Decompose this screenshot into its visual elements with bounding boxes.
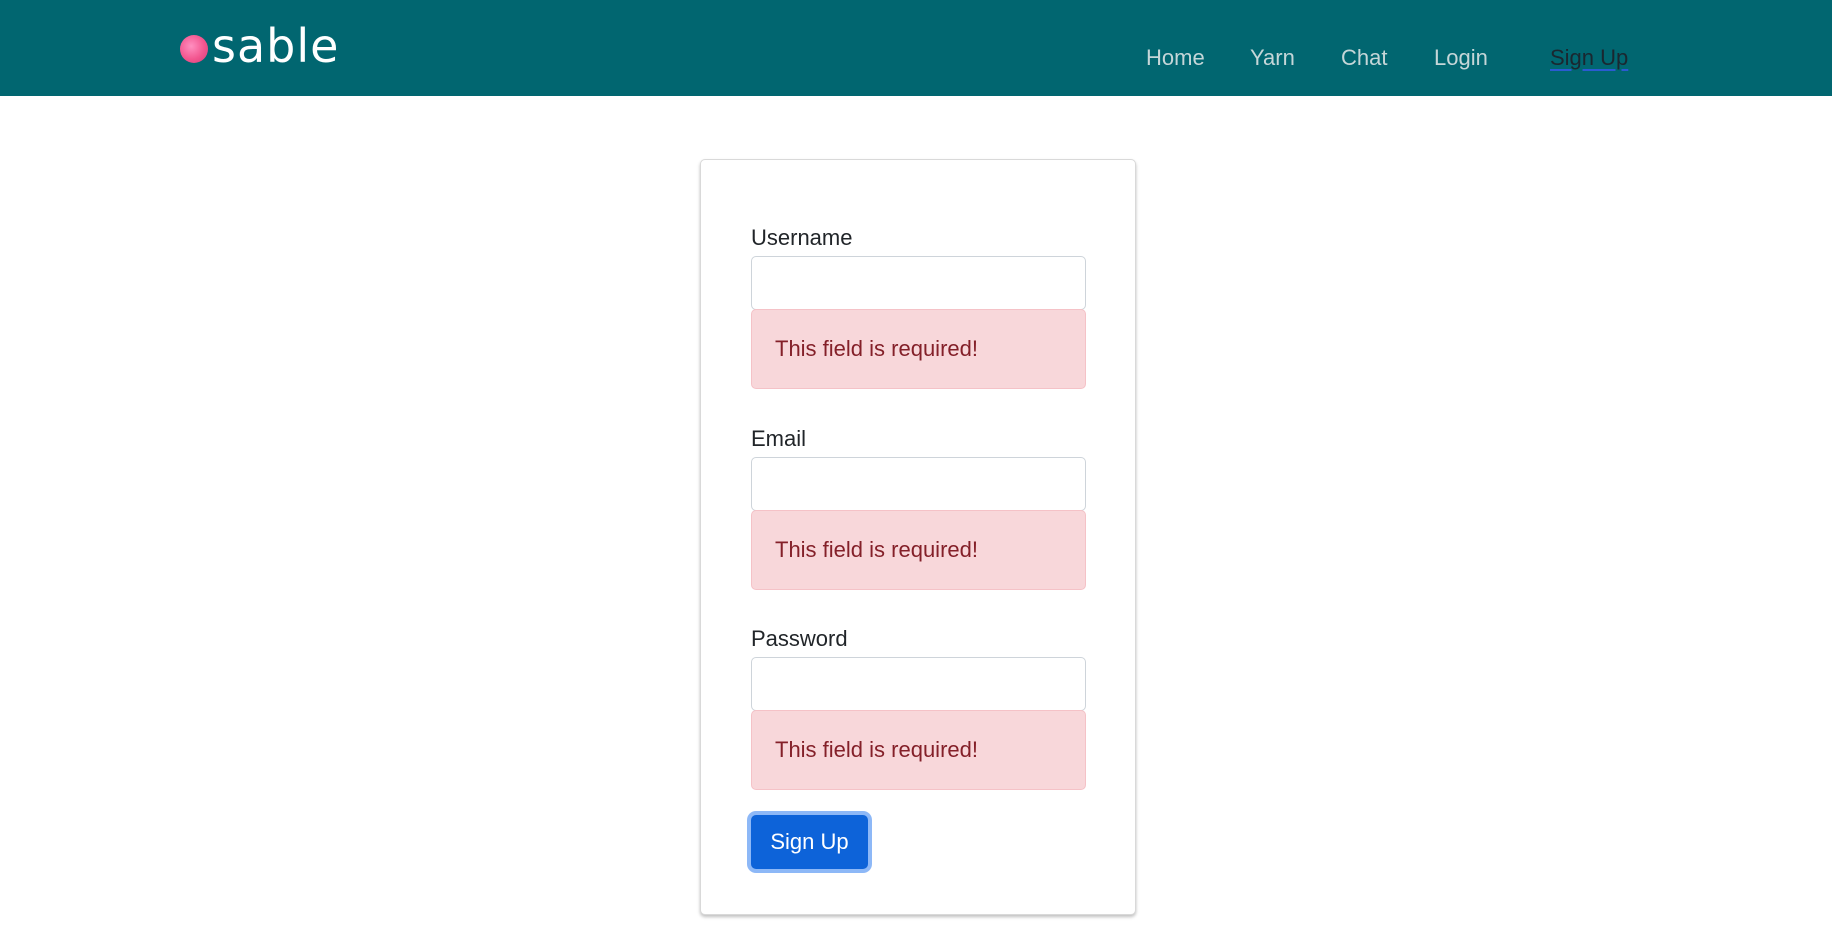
nav-link-chat[interactable]: Chat xyxy=(1341,38,1387,78)
signup-submit-button[interactable]: Sign Up xyxy=(751,815,868,869)
nav-links: Home Yarn Chat Login Sign Up xyxy=(0,38,1832,78)
username-label: Username xyxy=(751,225,853,250)
password-error-alert: This field is required! xyxy=(751,710,1086,790)
username-input[interactable] xyxy=(751,256,1086,310)
email-input[interactable] xyxy=(751,457,1086,511)
nav-link-login[interactable]: Login xyxy=(1434,38,1488,78)
nav-link-home[interactable]: Home xyxy=(1146,38,1205,78)
top-navbar: sable Home Yarn Chat Login Sign Up xyxy=(0,0,1832,96)
email-label: Email xyxy=(751,426,807,451)
password-label: Password xyxy=(751,626,848,651)
nav-link-signup[interactable]: Sign Up xyxy=(1550,38,1628,78)
email-error-alert: This field is required! xyxy=(751,510,1086,590)
password-input[interactable] xyxy=(751,657,1086,711)
nav-link-yarn[interactable]: Yarn xyxy=(1250,38,1295,78)
signup-form-card: Username This field is required! Email T… xyxy=(700,159,1136,915)
username-error-alert: This field is required! xyxy=(751,309,1086,389)
